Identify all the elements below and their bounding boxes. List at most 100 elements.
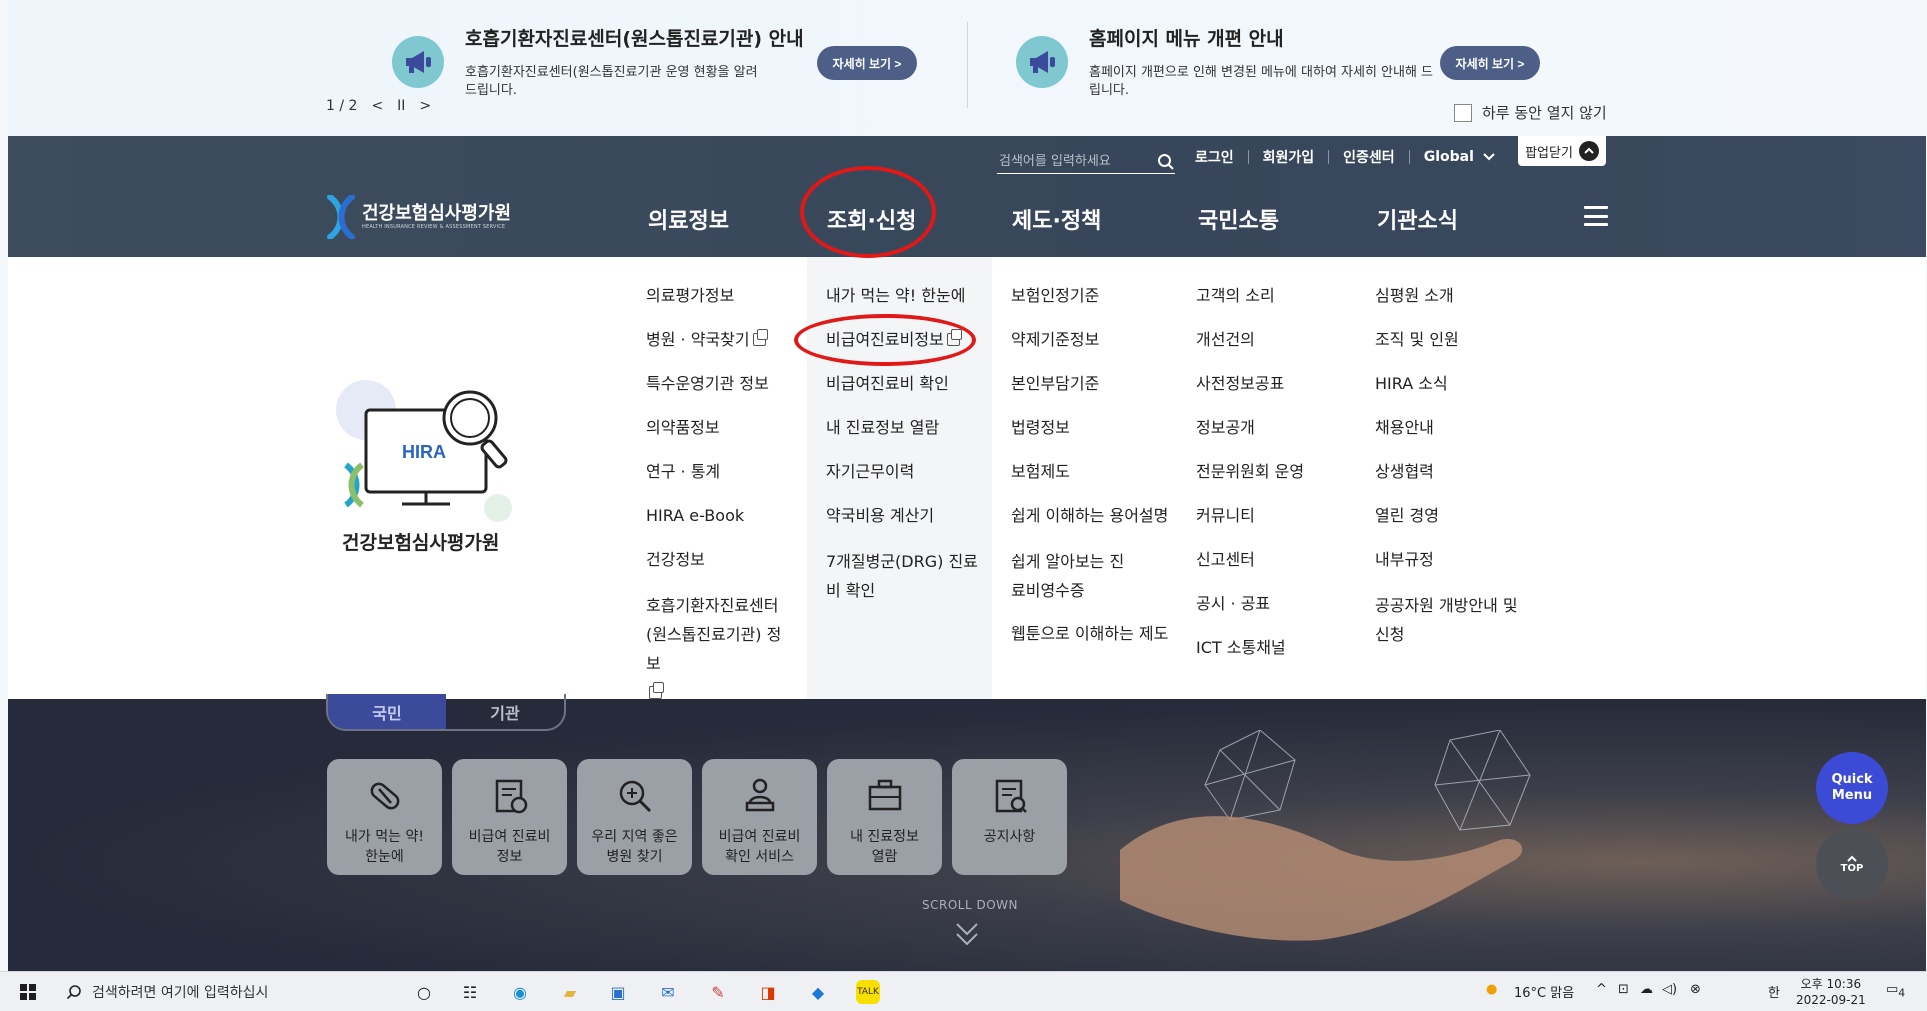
menu-item[interactable]: 상생협력	[1375, 459, 1525, 503]
gnb-public-communication[interactable]: 국민소통	[1198, 203, 1279, 235]
quick-link-noncovered-check[interactable]: 비급여 진료비 확인 서비스	[702, 759, 817, 875]
menu-item[interactable]: 보험인정기준	[1011, 283, 1168, 327]
menu-item[interactable]: 호흡기환자진료센터 (원스톱진료기관) 정보	[646, 591, 796, 699]
gnb-agency-news[interactable]: 기관소식	[1377, 203, 1458, 235]
global-link[interactable]: Global	[1424, 149, 1474, 165]
paint-icon[interactable]: ✎	[706, 980, 730, 1004]
menu-item[interactable]: 병원 · 약국찾기	[646, 327, 796, 371]
windows-start-icon[interactable]	[20, 984, 36, 1000]
menu-item[interactable]: 7개질병군(DRG) 진료비 확인	[826, 547, 986, 621]
prev-icon[interactable]: <	[371, 98, 383, 114]
menu-icon[interactable]	[1584, 206, 1608, 226]
menu-item[interactable]: 내 진료정보 열람	[826, 415, 986, 459]
menu-item[interactable]: 법령정보	[1011, 415, 1168, 459]
menu-item[interactable]: 의약품정보	[646, 415, 796, 459]
site-logo[interactable]: 건강보험심사평가원 HEALTH INSURANCE REVIEW & ASSE…	[326, 195, 511, 239]
menu-item[interactable]: 자기근무이력	[826, 459, 986, 503]
menu-item[interactable]: 조직 및 인원	[1375, 327, 1525, 371]
menu-item[interactable]: 본인부담기준	[1011, 371, 1168, 415]
tab-citizen[interactable]: 국민	[328, 694, 446, 729]
kakaotalk-icon[interactable]: TALK	[856, 980, 880, 1004]
menu-item[interactable]: HIRA 소식	[1375, 371, 1525, 415]
util-links: 로그인 회원가입 인증센터 Global	[1195, 147, 1496, 167]
popup-close-button[interactable]: 팝업닫기	[1518, 136, 1606, 166]
top-label: TOP	[1840, 862, 1864, 874]
quick-link-my-medical-record[interactable]: 내 진료정보 열람	[827, 759, 942, 875]
scroll-top-button[interactable]: TOP	[1816, 828, 1888, 900]
menu-item[interactable]: ICT 소통채널	[1196, 635, 1304, 679]
office-icon[interactable]: ◨	[756, 980, 780, 1004]
menu-item[interactable]: 채용안내	[1375, 415, 1525, 459]
menu-item[interactable]: 고객의 소리	[1196, 283, 1304, 327]
menu-item[interactable]: 비급여진료비 확인	[826, 371, 986, 415]
chevron-down-icon[interactable]	[1482, 152, 1496, 162]
signup-link[interactable]: 회원가입	[1263, 147, 1315, 167]
pause-icon[interactable]: II	[397, 98, 405, 114]
notification-icon[interactable]: ▭4	[1886, 982, 1905, 1000]
menu-item[interactable]: 보험제도	[1011, 459, 1168, 503]
task-view-icon[interactable]: ☷	[458, 980, 482, 1004]
menu-item[interactable]: 쉽게 이해하는 용어설명	[1011, 503, 1168, 547]
menu-item[interactable]: 연구 · 통계	[646, 459, 796, 503]
onedrive-icon[interactable]: ☁	[1640, 982, 1653, 997]
menu-item[interactable]: 개선건의	[1196, 327, 1304, 371]
store-icon[interactable]: ▣	[606, 980, 630, 1004]
dont-show-checkbox[interactable]	[1454, 103, 1472, 122]
hand-network-image	[1120, 730, 1531, 941]
mail-icon[interactable]: ✉	[656, 980, 680, 1004]
menu-item[interactable]: 심평원 소개	[1375, 283, 1525, 327]
gnb-system-policy[interactable]: 제도·정책	[1012, 203, 1101, 235]
next-icon[interactable]: >	[419, 98, 431, 114]
person-laptop-icon	[745, 778, 774, 812]
menu-item[interactable]: 열린 경영	[1375, 503, 1525, 547]
menu-item[interactable]: 사전정보공표	[1196, 371, 1304, 415]
quick-link-my-medicine[interactable]: 내가 먹는 약! 한눈에	[327, 759, 442, 875]
menu-item[interactable]: 의료평가정보	[646, 283, 796, 327]
menu-item[interactable]: 특수운영기관 정보	[646, 371, 796, 415]
tab-institution[interactable]: 기관	[446, 694, 564, 729]
ime-indicator[interactable]: 한	[1768, 982, 1780, 1001]
menu-item[interactable]: 전문위원회 운영	[1196, 459, 1304, 503]
weather-text[interactable]: 16°C 맑음	[1514, 982, 1574, 1001]
cert-center-link[interactable]: 인증센터	[1343, 147, 1395, 167]
menu-item[interactable]: 공시 · 공표	[1196, 591, 1304, 635]
menu-item[interactable]: HIRA e-Book	[646, 503, 796, 547]
menu-item[interactable]: 쉽게 알아보는 진료비영수증	[1011, 547, 1131, 621]
menu-item[interactable]: 정보공개	[1196, 415, 1304, 459]
search-input[interactable]	[997, 153, 1137, 170]
quick-link-label: 우리 지역 좋은 병원 찾기	[591, 829, 678, 865]
edge-icon[interactable]: ◉	[508, 980, 532, 1004]
weather-icon: ●	[1486, 982, 1498, 997]
login-link[interactable]: 로그인	[1195, 147, 1234, 167]
file-explorer-icon[interactable]: ▰	[558, 980, 582, 1004]
network-icon[interactable]: ⊡	[1618, 982, 1629, 997]
menu-item[interactable]: 약제기준정보	[1011, 327, 1168, 371]
status-icon[interactable]: ⊗	[1690, 982, 1701, 997]
app-icon[interactable]: ◆	[806, 980, 830, 1004]
site-header	[8, 136, 1926, 257]
detail-button[interactable]: 자세히 보기 >	[1440, 46, 1540, 80]
mega-column-public-communication: 고객의 소리 개선건의 사전정보공표 정보공개 전문위원회 운영 커뮤니티 신고…	[1196, 283, 1304, 679]
menu-item[interactable]: 약국비용 계산기	[826, 503, 986, 547]
menu-item[interactable]: 웹툰으로 이해하는 제도	[1011, 621, 1168, 665]
notice-title: 홈페이지 메뉴 개편 안내	[1089, 28, 1284, 50]
dont-show-today[interactable]: 하루 동안 열지 않기	[1454, 102, 1607, 123]
menu-item[interactable]: 건강정보	[646, 547, 796, 591]
detail-button[interactable]: 자세히 보기 >	[817, 46, 917, 80]
menu-item[interactable]: 공공자원 개방안내 및 신청	[1375, 591, 1525, 665]
double-chevron-down-icon[interactable]	[955, 920, 979, 950]
quick-menu-button[interactable]: Quick Menu	[1816, 752, 1888, 824]
menu-item[interactable]: 신고센터	[1196, 547, 1304, 591]
quick-link-notice[interactable]: 공지사항	[952, 759, 1067, 875]
menu-item[interactable]: 커뮤니티	[1196, 503, 1304, 547]
menu-item[interactable]: 내부규정	[1375, 547, 1525, 591]
cortana-icon[interactable]: ○	[412, 980, 436, 1004]
quick-link-find-hospital[interactable]: 우리 지역 좋은 병원 찾기	[577, 759, 692, 875]
tray-chevron-icon[interactable]: ^	[1596, 982, 1607, 997]
gnb-medical-info[interactable]: 의료정보	[648, 203, 729, 235]
search-icon[interactable]	[1157, 153, 1175, 171]
quick-link-noncovered-info[interactable]: 비급여 진료비 정보	[452, 759, 567, 875]
taskbar-search[interactable]: 검색하려면 여기에 입력하십시	[56, 976, 402, 1008]
volume-icon[interactable]: ◁)	[1662, 982, 1677, 997]
taskbar-clock[interactable]: 오후 10:36 2022-09-21	[1796, 976, 1866, 1008]
